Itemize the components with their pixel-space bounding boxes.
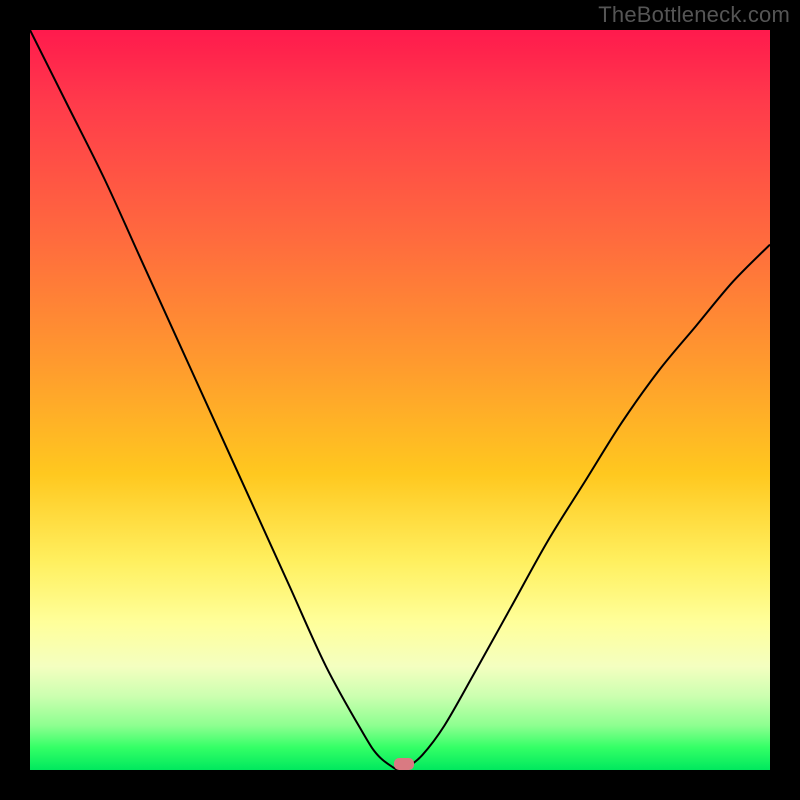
curve-path bbox=[30, 30, 770, 770]
plot-area bbox=[30, 30, 770, 770]
watermark-label: TheBottleneck.com bbox=[598, 2, 790, 28]
optimum-marker bbox=[394, 758, 414, 770]
bottleneck-curve bbox=[30, 30, 770, 770]
